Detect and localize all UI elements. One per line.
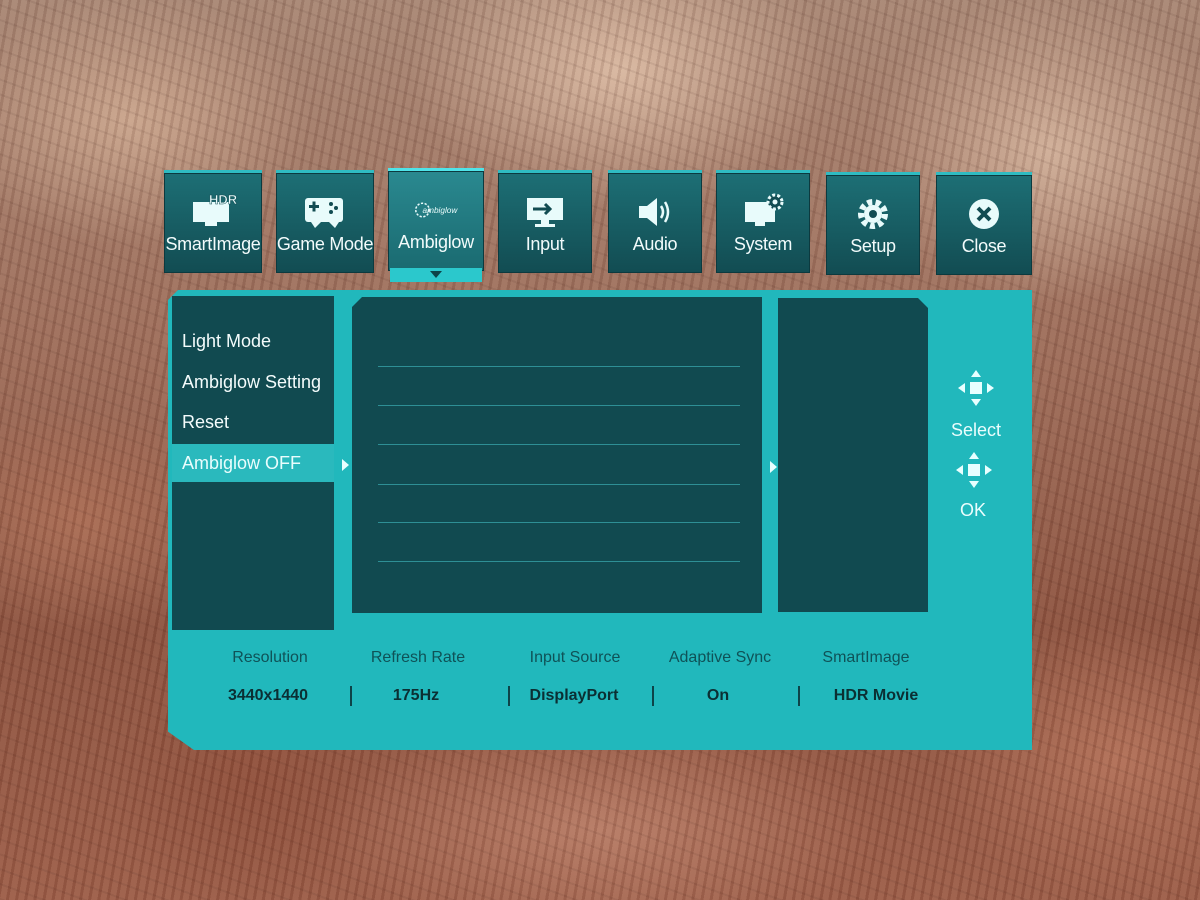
status-value-adaptive-sync: On xyxy=(706,687,730,704)
chevron-right-icon xyxy=(770,461,777,473)
divider xyxy=(378,561,740,562)
active-tab-indicator xyxy=(390,268,482,282)
system-icon xyxy=(745,193,784,226)
tab-label: Setup xyxy=(850,235,896,256)
chevron-right-icon xyxy=(342,459,349,471)
menu-item-ambiglow-off[interactable]: Ambiglow OFF xyxy=(172,444,334,482)
status-label-refresh-rate: Refresh Rate xyxy=(370,649,466,666)
tab-setup[interactable]: Setup xyxy=(826,172,920,275)
tab-game-mode[interactable]: Game Mode xyxy=(276,170,374,273)
gear-icon xyxy=(858,198,888,229)
status-value-resolution: 3440x1440 xyxy=(227,687,309,704)
status-label-adaptive-sync: Adaptive Sync xyxy=(668,649,772,666)
hdr-monitor-icon: HDR xyxy=(193,192,237,226)
select-label: Select xyxy=(950,420,1002,440)
tab-label: System xyxy=(733,233,793,254)
divider xyxy=(378,522,740,523)
tab-close[interactable]: Close xyxy=(936,172,1032,275)
dpad-ok-icon xyxy=(956,452,992,488)
tab-label: Audio xyxy=(632,233,678,254)
divider xyxy=(378,484,740,485)
tab-label: SmartImage xyxy=(165,233,261,254)
divider xyxy=(378,366,740,367)
ok-label: OK xyxy=(959,500,986,520)
status-value-input-source: DisplayPort xyxy=(529,687,619,704)
status-label-input-source: Input Source xyxy=(529,649,621,666)
tab-input[interactable]: Input xyxy=(498,170,592,273)
dpad-select-icon xyxy=(958,370,994,406)
tab-ambiglow[interactable]: ambiglow Ambiglow xyxy=(388,168,484,271)
tab-label: Ambiglow xyxy=(398,231,474,252)
ambiglow-icon: ambiglow xyxy=(415,202,459,217)
status-value-smartimage: HDR Movie xyxy=(833,687,919,704)
divider xyxy=(378,405,740,406)
separator xyxy=(798,686,800,706)
status-value-refresh-rate: 175Hz xyxy=(392,687,440,704)
tab-label: Input xyxy=(525,233,565,254)
speaker-icon xyxy=(639,197,670,226)
submenu-column xyxy=(352,297,762,613)
close-icon xyxy=(969,198,999,229)
svg-text:ambiglow: ambiglow xyxy=(423,206,459,215)
menu-item-light-mode[interactable]: Light Mode xyxy=(172,322,334,360)
tab-system[interactable]: System xyxy=(716,170,810,273)
divider xyxy=(378,444,740,445)
status-label-resolution: Resolution xyxy=(232,649,308,666)
tab-label: Close xyxy=(961,235,1007,256)
menu-item-ambiglow-setting[interactable]: Ambiglow Setting xyxy=(172,363,334,401)
input-icon xyxy=(527,197,563,227)
tab-label: Game Mode xyxy=(276,233,374,254)
tab-audio[interactable]: Audio xyxy=(608,170,702,273)
options-column xyxy=(778,298,928,612)
svg-text:HDR: HDR xyxy=(209,192,237,207)
tab-smartimage[interactable]: HDR SmartImage xyxy=(164,170,262,273)
status-label-smartimage: SmartImage xyxy=(822,649,910,666)
gamepad-icon xyxy=(305,197,343,228)
menu-item-reset[interactable]: Reset xyxy=(172,403,334,441)
